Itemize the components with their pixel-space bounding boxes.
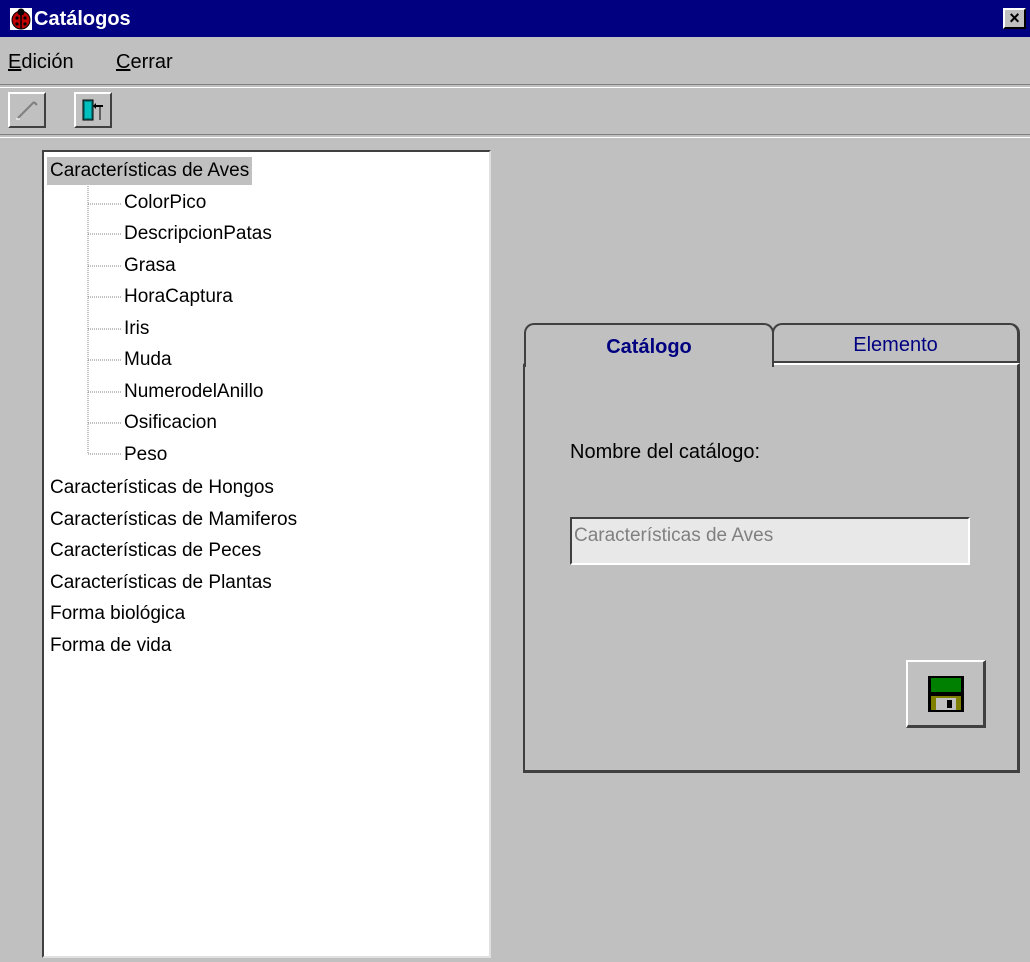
catalog-name-field[interactable]: Características de Aves — [570, 517, 970, 565]
tree-item-muda[interactable]: Muda — [124, 346, 172, 374]
tree-item-horacaptura[interactable]: HoraCaptura — [124, 283, 233, 311]
exit-button[interactable] — [74, 92, 112, 128]
tree-item-forma-biologica[interactable]: Forma biológica — [50, 600, 185, 628]
menu-bar: Edición Cerrar — [0, 46, 1030, 76]
title-bar: Catálogos × — [0, 0, 1030, 37]
close-button[interactable]: × — [1003, 8, 1026, 29]
tree-item-forma-de-vida[interactable]: Forma de vida — [50, 632, 171, 660]
edit-pencil-icon — [16, 101, 38, 120]
menu-cerrar[interactable]: Cerrar — [116, 50, 173, 74]
tree-item-hongos[interactable]: Características de Hongos — [50, 474, 274, 502]
tree-item-mamiferos[interactable]: Características de Mamiferos — [50, 506, 297, 534]
tree-item-colorpico[interactable]: ColorPico — [124, 189, 206, 217]
tree-item-aves[interactable]: Características de Aves — [47, 157, 253, 185]
close-icon: × — [1009, 8, 1020, 28]
window-title: Catálogos — [34, 8, 131, 30]
tree-item-iris[interactable]: Iris — [124, 315, 149, 343]
tree-item-peso[interactable]: Peso — [124, 441, 167, 469]
tree-item-grasa[interactable]: Grasa — [124, 252, 176, 280]
tree-item-numerodelanillo[interactable]: NumerodelAnillo — [124, 378, 263, 406]
ladybug-icon — [10, 8, 32, 30]
tab-catalogo[interactable]: Catálogo — [524, 323, 774, 367]
catalog-tree[interactable]: Características de Aves ColorPico Descri… — [42, 150, 491, 958]
menu-divider — [0, 84, 1030, 88]
floppy-disk-icon — [928, 676, 964, 712]
tree-connector-lines — [87, 180, 121, 455]
save-button[interactable] — [906, 660, 986, 728]
tree-item-osificacion[interactable]: Osificacion — [124, 409, 217, 437]
toolbar-divider — [0, 134, 1030, 138]
tab-divider — [772, 361, 1020, 363]
exit-door-icon — [82, 99, 103, 121]
menu-edicion[interactable]: Edición — [8, 50, 74, 74]
edit-button[interactable] — [8, 92, 46, 128]
catalog-name-label: Nombre del catálogo: — [570, 441, 761, 463]
tree-item-plantas[interactable]: Características de Plantas — [50, 569, 272, 597]
tab-elemento[interactable]: Elemento — [772, 323, 1020, 363]
tree-item-descripcionpatas[interactable]: DescripcionPatas — [124, 220, 272, 248]
tree-item-peces[interactable]: Características de Peces — [50, 537, 261, 565]
